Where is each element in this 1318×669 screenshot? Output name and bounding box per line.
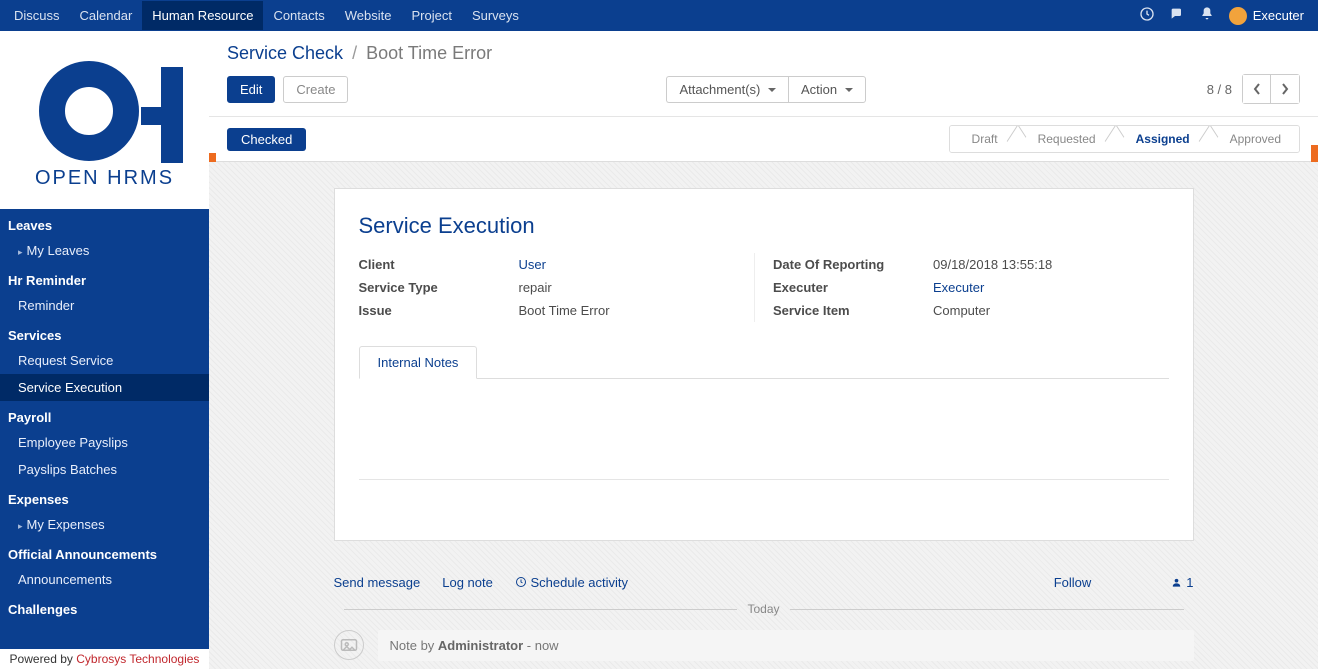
sidebar-item-request-service[interactable]: Request Service [0,347,209,374]
nav-surveys[interactable]: Surveys [462,1,529,30]
pager-prev[interactable] [1243,75,1271,103]
checked-button[interactable]: Checked [227,128,306,151]
pager-text: 8 / 8 [1207,82,1232,97]
status-assigned[interactable]: Assigned [1114,126,1208,152]
breadcrumb-current: Boot Time Error [366,43,492,63]
chatter: Send message Log note Schedule activity … [334,569,1194,661]
label-service-type: Service Type [359,280,519,295]
breadcrumb-sep: / [352,43,357,63]
chevron-down-icon [845,88,853,92]
label-executer: Executer [773,280,933,295]
nav-contacts[interactable]: Contacts [263,1,334,30]
chat-icon[interactable] [1169,6,1185,25]
notebook-tabs: Internal Notes [359,346,1169,379]
avatar-icon [1229,7,1247,25]
sidebar-item-my-leaves[interactable]: My Leaves [0,237,209,264]
sidebar-item-service-execution[interactable]: Service Execution [0,374,209,401]
edit-button[interactable]: Edit [227,76,275,103]
sidebar-section-challenges: Challenges [0,593,209,621]
sidebar-section-services: Services [0,319,209,347]
create-button[interactable]: Create [283,76,348,103]
form-sheet-bg: Service Execution ClientUser Service Typ… [209,162,1318,669]
label-date-reporting: Date Of Reporting [773,257,933,272]
follow-button[interactable]: Follow [1054,575,1092,590]
sidebar-item-payslips-batches[interactable]: Payslips Batches [0,456,209,483]
value-issue: Boot Time Error [519,303,610,318]
status-steps: Draft Requested Assigned Approved [949,125,1300,153]
sidebar-item-employee-payslips[interactable]: Employee Payslips [0,429,209,456]
breadcrumb-root[interactable]: Service Check [227,43,343,63]
breadcrumb: Service Check / Boot Time Error [227,43,1300,64]
form-sheet: Service Execution ClientUser Service Typ… [334,188,1194,541]
schedule-activity-link[interactable]: Schedule activity [515,575,628,590]
send-message-link[interactable]: Send message [334,575,421,590]
page-title: Service Execution [359,213,1169,239]
dropdown-group: Attachment(s) Action [666,76,865,103]
user-name: Executer [1253,8,1304,23]
sidebar-item-announcements[interactable]: Announcements [0,566,209,593]
bell-icon[interactable] [1199,6,1215,25]
status-requested[interactable]: Requested [1016,126,1114,152]
value-client[interactable]: User [519,257,546,272]
nav-human-resource[interactable]: Human Resource [142,1,263,30]
control-panel: Service Check / Boot Time Error Edit Cre… [209,31,1318,117]
sidebar-section-announcements: Official Announcements [0,538,209,566]
date-separator: Today [334,602,1194,616]
sidebar-section-expenses: Expenses [0,483,209,511]
status-draft[interactable]: Draft [950,126,1016,152]
label-client: Client [359,257,519,272]
nav-menu: Discuss Calendar Human Resource Contacts… [4,1,529,30]
nav-project[interactable]: Project [401,1,461,30]
footer: Powered by Cybrosys Technologies [0,649,209,669]
pager-next[interactable] [1271,75,1299,103]
status-approved[interactable]: Approved [1208,126,1299,152]
sidebar-section-payroll: Payroll [0,401,209,429]
nav-systray: Executer [1139,6,1314,25]
action-dropdown[interactable]: Action [788,76,866,103]
message-body: Note by Administrator - now [378,630,1194,661]
log-note-link[interactable]: Log note [442,575,493,590]
followers-count[interactable]: 1 [1171,575,1193,590]
nav-calendar[interactable]: Calendar [70,1,143,30]
value-service-item: Computer [933,303,990,318]
label-issue: Issue [359,303,519,318]
sidebar-section-leaves: Leaves [0,209,209,237]
logo: OPEN HRMS [0,31,209,209]
nav-website[interactable]: Website [335,1,402,30]
user-menu[interactable]: Executer [1229,7,1304,25]
message-avatar-icon [334,630,364,660]
attachments-dropdown[interactable]: Attachment(s) [666,76,788,103]
clock-icon[interactable] [1139,6,1155,25]
value-executer[interactable]: Executer [933,280,984,295]
main-content: Service Check / Boot Time Error Edit Cre… [209,31,1318,669]
sidebar-section-hr-reminder: Hr Reminder [0,264,209,292]
status-bar: Checked Draft Requested Assigned Approve… [209,117,1318,162]
message-row: Note by Administrator - now [334,630,1194,661]
sidebar: OPEN HRMS Leaves My Leaves Hr Reminder R… [0,31,209,669]
nav-discuss[interactable]: Discuss [4,1,70,30]
sidebar-item-my-expenses[interactable]: My Expenses [0,511,209,538]
pager: 8 / 8 [1207,74,1300,104]
chevron-down-icon [768,88,776,92]
label-service-item: Service Item [773,303,933,318]
top-navbar: Discuss Calendar Human Resource Contacts… [0,0,1318,31]
value-date-reporting: 09/18/2018 13:55:18 [933,257,1052,272]
value-service-type: repair [519,280,552,295]
tab-internal-notes[interactable]: Internal Notes [359,346,478,379]
footer-link[interactable]: Cybrosys Technologies [76,652,199,666]
sidebar-item-reminder[interactable]: Reminder [0,292,209,319]
